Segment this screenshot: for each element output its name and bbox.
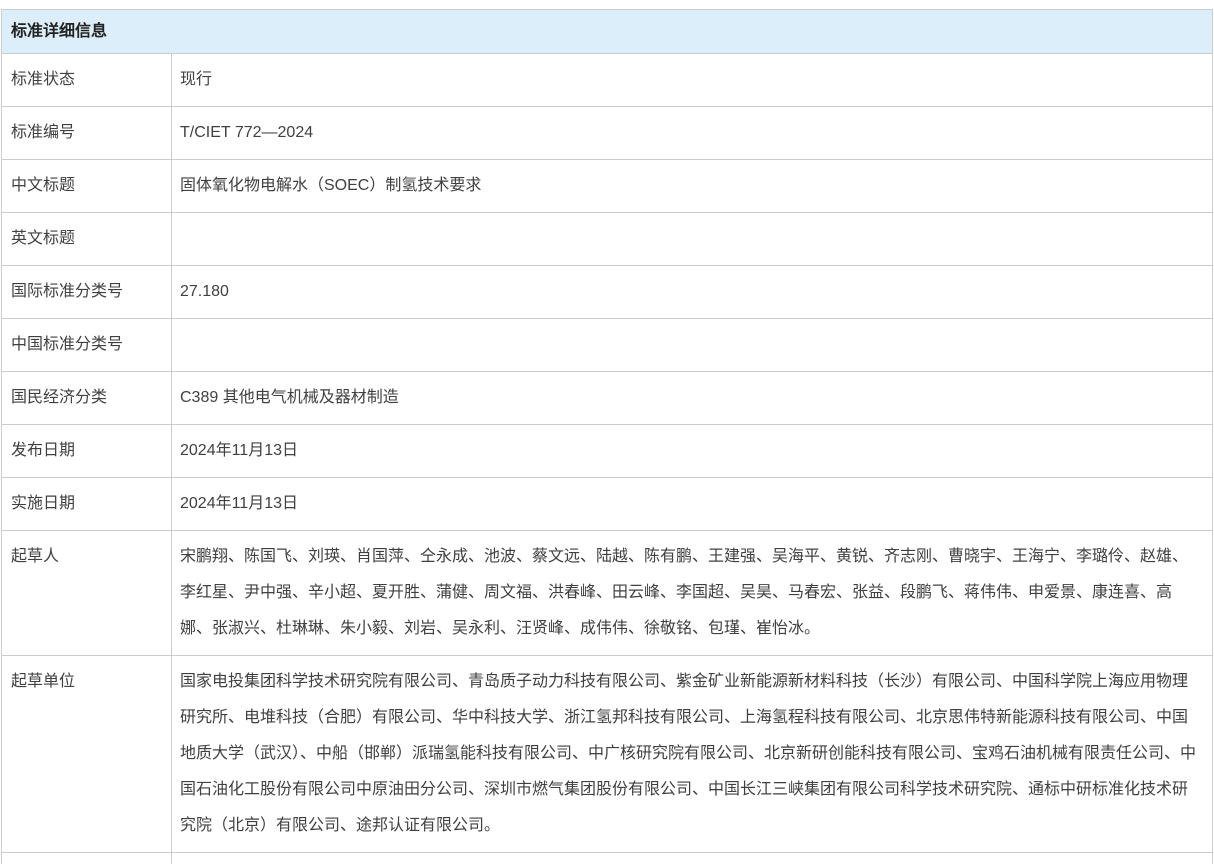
table-row-drafting-organizations: 起草单位 国家电投集团科学技术研究院有限公司、青岛质子动力科技有限公司、紫金矿业… [2, 656, 1212, 853]
row-value: 现行 [172, 54, 1212, 106]
row-label: 起草单位 [2, 656, 172, 852]
row-label: 标准状态 [2, 54, 172, 106]
table-row-economic-classification: 国民经济分类 C389 其他电气机械及器材制造 [2, 372, 1212, 425]
row-value [172, 853, 1212, 864]
row-value: 2024年11月13日 [172, 478, 1212, 530]
row-label: 发布日期 [2, 425, 172, 477]
table-row-ics-number: 国际标准分类号 27.180 [2, 266, 1212, 319]
table-row-partial [2, 853, 1212, 864]
row-label: 国民经济分类 [2, 372, 172, 424]
row-label [2, 853, 172, 864]
table-row-publish-date: 发布日期 2024年11月13日 [2, 425, 1212, 478]
table-row-english-title: 英文标题 [2, 213, 1212, 266]
table-row-standard-number: 标准编号 T/CIET 772—2024 [2, 107, 1212, 160]
row-label: 实施日期 [2, 478, 172, 530]
row-label: 英文标题 [2, 213, 172, 265]
row-value [172, 213, 1212, 265]
row-value [172, 319, 1212, 371]
table-row-implementation-date: 实施日期 2024年11月13日 [2, 478, 1212, 531]
row-label: 国际标准分类号 [2, 266, 172, 318]
table-title: 标准详细信息 [11, 23, 107, 40]
row-value: 2024年11月13日 [172, 425, 1212, 477]
row-label: 中文标题 [2, 160, 172, 212]
row-label: 中国标准分类号 [2, 319, 172, 371]
table-header: 标准详细信息 [2, 10, 1212, 54]
table-row-drafters: 起草人 宋鹏翔、陈国飞、刘瑛、肖国萍、仝永成、池波、蔡文远、陆越、陈有鹏、王建强… [2, 531, 1212, 656]
row-label: 起草人 [2, 531, 172, 655]
row-value: 宋鹏翔、陈国飞、刘瑛、肖国萍、仝永成、池波、蔡文远、陆越、陈有鹏、王建强、吴海平… [172, 531, 1212, 655]
row-label: 标准编号 [2, 107, 172, 159]
table-row-standard-status: 标准状态 现行 [2, 54, 1212, 107]
row-value: 27.180 [172, 266, 1212, 318]
table-row-chinese-title: 中文标题 固体氧化物电解水（SOEC）制氢技术要求 [2, 160, 1212, 213]
row-value: 国家电投集团科学技术研究院有限公司、青岛质子动力科技有限公司、紫金矿业新能源新材… [172, 656, 1212, 852]
standard-detail-table: 标准详细信息 标准状态 现行 标准编号 T/CIET 772—2024 中文标题… [1, 9, 1213, 864]
row-value: C389 其他电气机械及器材制造 [172, 372, 1212, 424]
row-value: 固体氧化物电解水（SOEC）制氢技术要求 [172, 160, 1212, 212]
table-row-ccs-number: 中国标准分类号 [2, 319, 1212, 372]
row-value: T/CIET 772—2024 [172, 107, 1212, 159]
